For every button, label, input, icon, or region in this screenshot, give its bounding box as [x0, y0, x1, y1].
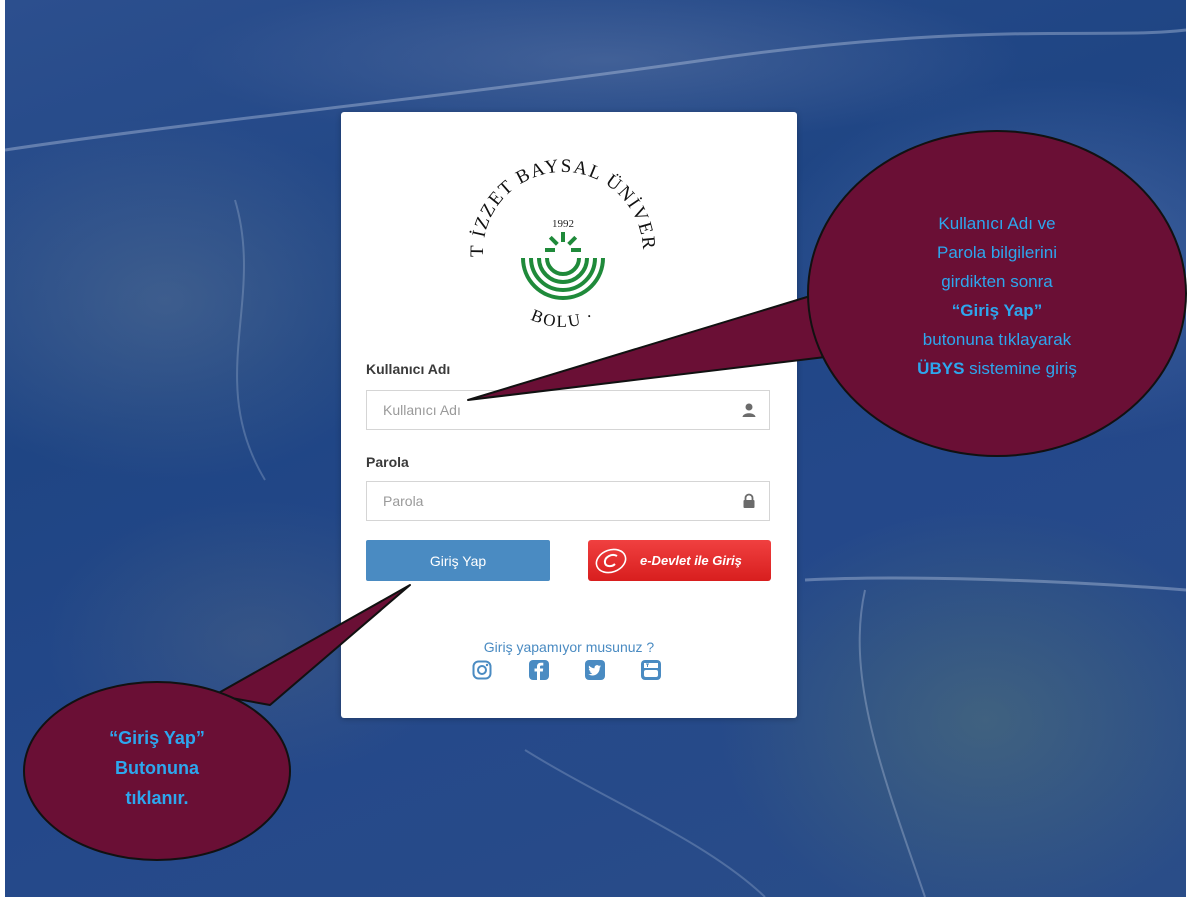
university-logo: ABANT İZZET BAYSAL ÜNİVERSİTESİ BOLU · 1… [465, 152, 658, 331]
callout-left-line3: tıklanır. [125, 788, 189, 808]
lock-icon [743, 493, 755, 508]
username-input[interactable] [367, 391, 723, 429]
username-label: Kullanıcı Adı [366, 361, 451, 377]
password-field[interactable] [366, 481, 770, 521]
help-link[interactable]: Giriş yapamıyor musunuz ? [341, 639, 797, 655]
callout-right-line4: “Giriş Yap” [951, 300, 1043, 320]
youtube-icon[interactable] [641, 660, 661, 680]
callout-right-line6-rest: sistemine giriş [964, 358, 1077, 378]
callout-right-line3: girdikten sonra [941, 271, 1053, 291]
callout-right: Kullanıcı Adı ve Parola bilgilerini gird… [807, 130, 1187, 457]
login-card: ABANT İZZET BAYSAL ÜNİVERSİTESİ BOLU · 1… [341, 112, 797, 718]
facebook-icon[interactable] [529, 660, 549, 680]
twitter-icon[interactable] [585, 660, 605, 680]
svg-text:1992: 1992 [552, 218, 574, 230]
edevlet-login-button[interactable]: e-Devlet ile Giriş [588, 540, 771, 581]
password-input[interactable] [367, 482, 723, 520]
callout-right-line5: butonuna tıklayarak [922, 329, 1072, 349]
callout-right-line1: Kullanıcı Adı ve [938, 213, 1056, 233]
username-field[interactable] [366, 390, 770, 430]
edevlet-logo-icon [595, 548, 627, 573]
callout-left: “Giriş Yap” Butonuna tıklanır. [23, 681, 291, 861]
instagram-icon[interactable] [472, 660, 492, 680]
svg-text:BOLU ·: BOLU · [529, 305, 598, 330]
user-icon [742, 403, 756, 417]
callout-left-line2: Butonuna [115, 758, 199, 778]
callout-right-line2: Parola bilgilerini [936, 242, 1057, 262]
edevlet-button-label: e-Devlet ile Giriş [640, 553, 742, 568]
login-button[interactable]: Giriş Yap [366, 540, 550, 581]
callout-left-line1: “Giriş Yap” [109, 728, 205, 748]
callout-right-line6-bold: ÜBYS [917, 358, 965, 378]
password-label: Parola [366, 454, 409, 470]
